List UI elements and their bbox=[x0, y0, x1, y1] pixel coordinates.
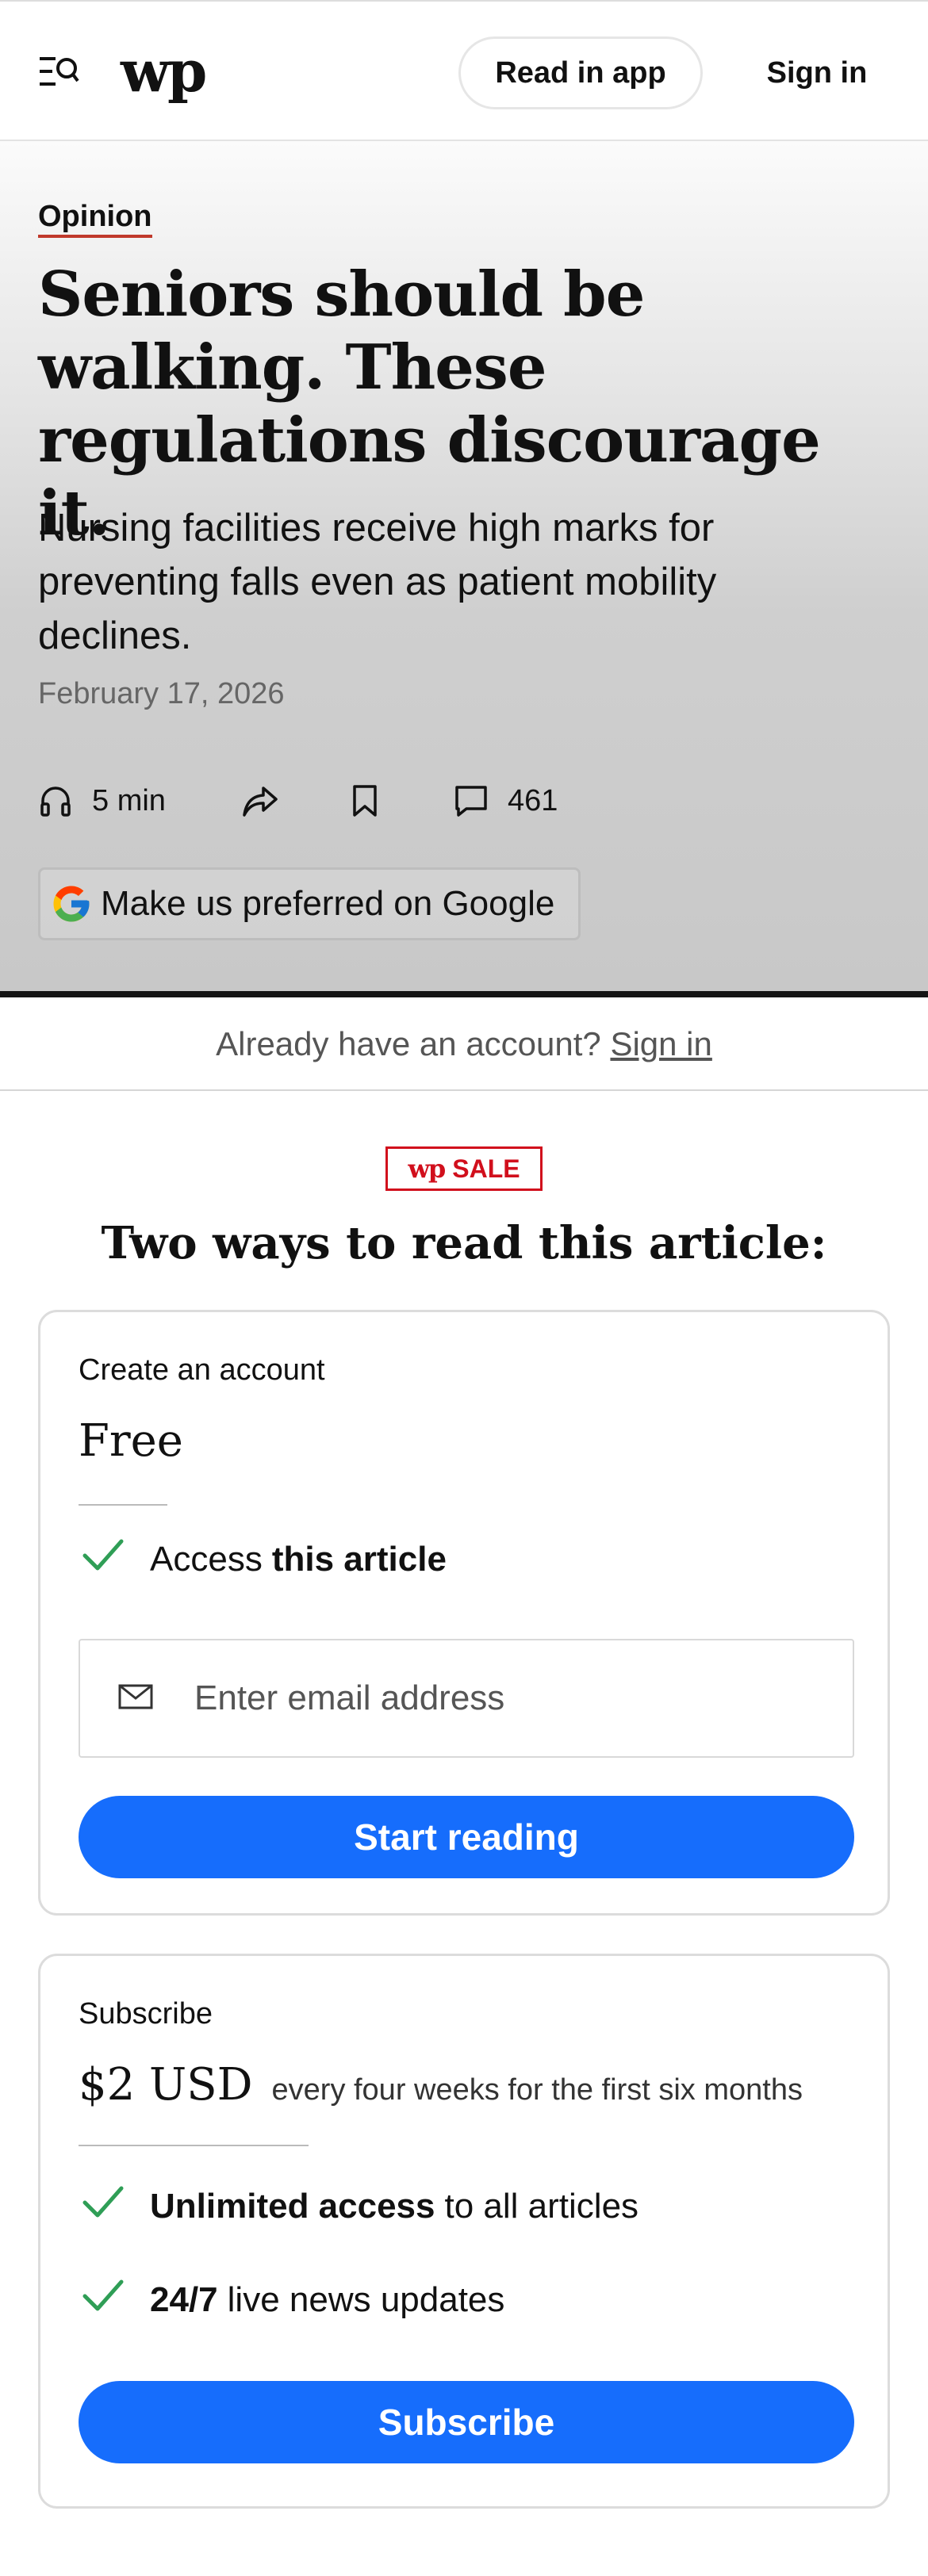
comment-count: 461 bbox=[508, 783, 558, 817]
share-icon bbox=[241, 783, 279, 818]
article-dek: Nursing facilities receive high marks fo… bbox=[38, 507, 717, 657]
free-benefit-bold: this article bbox=[271, 1540, 447, 1579]
email-input[interactable] bbox=[194, 1678, 797, 1718]
subscribe-benefit-1: Unlimited access to all articles bbox=[79, 2183, 638, 2230]
sign-in-link[interactable]: Sign in bbox=[610, 1025, 711, 1062]
offer-heading: Two ways to read this article: bbox=[101, 1217, 827, 1269]
sign-in-button[interactable]: Sign in bbox=[738, 36, 896, 109]
comments-button[interactable]: 461 bbox=[454, 775, 558, 826]
wp-logo[interactable]: wp bbox=[121, 40, 207, 103]
subscribe-benefit-2-rest: live news updates bbox=[227, 2280, 505, 2319]
mail-icon bbox=[80, 1683, 194, 1714]
free-price-rule bbox=[79, 1504, 167, 1506]
listen-time: 5 min bbox=[92, 783, 166, 817]
sale-badge-logo: wp bbox=[408, 1154, 446, 1184]
subscribe-price: $2 USD bbox=[79, 2059, 253, 2111]
subscribe-benefit-2: 24/7 live news updates bbox=[79, 2276, 504, 2324]
subscribe-price-row: $2 USD every four weeks for the first si… bbox=[79, 2059, 803, 2111]
listen-button[interactable]: 5 min bbox=[38, 775, 166, 826]
subscribe-card: Subscribe $2 USD every four weeks for th… bbox=[38, 1954, 890, 2509]
sale-badge-text: SALE bbox=[452, 1154, 520, 1183]
comment-icon bbox=[454, 783, 489, 818]
account-prompt-bar: Already have an account? Sign in bbox=[0, 997, 928, 1091]
headphones-icon bbox=[38, 783, 73, 818]
start-reading-button[interactable]: Start reading bbox=[79, 1796, 854, 1878]
publish-date: February 17, 2026 bbox=[38, 677, 285, 710]
free-card-label: Create an account bbox=[79, 1353, 325, 1387]
article-hero: Opinion Seniors should be walking. These… bbox=[0, 141, 928, 997]
subscribe-benefit-1-bold: Unlimited access bbox=[150, 2187, 435, 2226]
opinion-kicker[interactable]: Opinion bbox=[38, 200, 152, 238]
free-account-card: Create an account Free Access this artic… bbox=[38, 1310, 890, 1916]
email-field[interactable] bbox=[79, 1639, 854, 1758]
article-tools: 5 min 461 bbox=[38, 775, 831, 826]
google-preferred-button[interactable]: Make us preferred on Google bbox=[38, 867, 581, 940]
top-navigation-bar: wp Read in app Sign in bbox=[0, 0, 928, 141]
google-preferred-label: Make us preferred on Google bbox=[101, 884, 555, 923]
free-benefit: Access this article bbox=[79, 1536, 447, 1583]
subscribe-price-rule bbox=[79, 2145, 309, 2146]
read-in-app-button[interactable]: Read in app bbox=[458, 36, 703, 109]
bookmark-button[interactable] bbox=[351, 775, 379, 826]
check-icon bbox=[79, 1537, 150, 1583]
subscribe-benefit-2-bold: 24/7 bbox=[150, 2280, 218, 2319]
check-icon bbox=[79, 2184, 150, 2230]
subscribe-terms: every four weeks for the first six month… bbox=[271, 2073, 803, 2107]
menu-search-icon[interactable] bbox=[38, 52, 79, 92]
free-price: Free bbox=[79, 1415, 183, 1467]
subscribe-benefit-1-rest: to all articles bbox=[444, 2187, 639, 2226]
sale-badge: wp SALE bbox=[385, 1146, 543, 1191]
check-icon bbox=[79, 2277, 150, 2324]
google-g-icon bbox=[50, 882, 93, 925]
account-prompt-text: Already have an account? bbox=[216, 1025, 601, 1062]
free-benefit-prefix: Access bbox=[150, 1540, 263, 1579]
hero-divider bbox=[0, 991, 928, 997]
share-button[interactable] bbox=[241, 775, 279, 826]
subscribe-button[interactable]: Subscribe bbox=[79, 2381, 854, 2463]
bookmark-icon bbox=[351, 783, 379, 818]
subscribe-card-label: Subscribe bbox=[79, 1997, 213, 2031]
